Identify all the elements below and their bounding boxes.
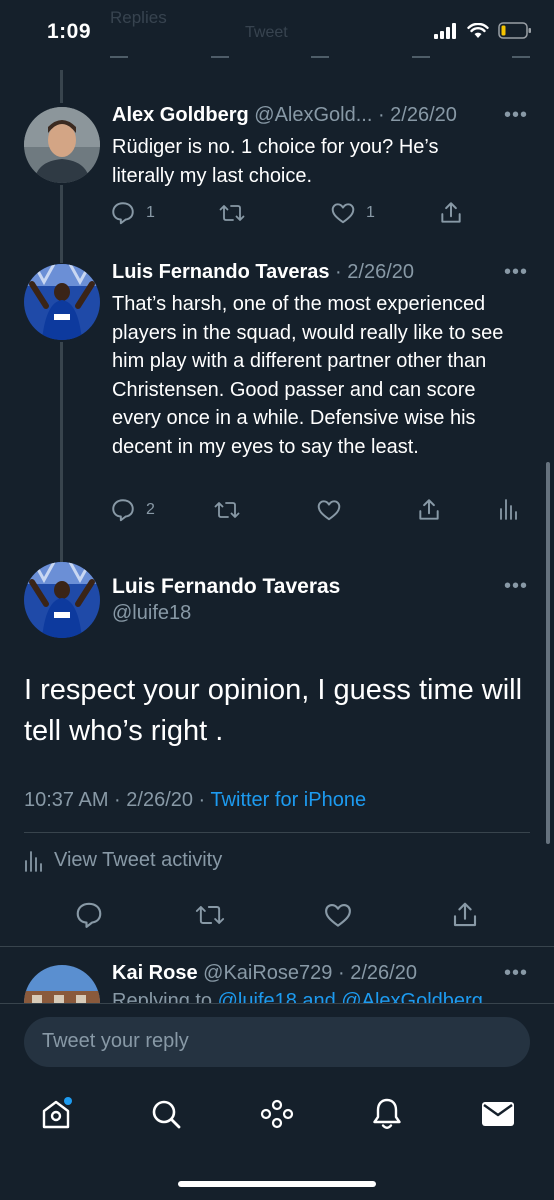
like-icon xyxy=(325,903,351,927)
spaces-icon xyxy=(260,1099,294,1129)
tweet-2-author-name[interactable]: Luis Fernando Taveras xyxy=(112,261,329,283)
tweet-2-text: That’s harsh, one of the most experience… xyxy=(112,293,504,458)
tweet-1-date: · 2/26/20 xyxy=(377,104,457,126)
wifi-icon xyxy=(467,22,489,38)
home-icon xyxy=(42,1097,72,1129)
tab-home[interactable] xyxy=(36,1094,76,1134)
tweet-2-reply-count: 2 xyxy=(146,501,155,518)
tab-bar xyxy=(0,1094,554,1144)
tweet-1-actions: 1 1 xyxy=(110,200,480,230)
main-tweet-author-name[interactable]: Luis Fernando Taveras xyxy=(112,575,340,599)
share-icon xyxy=(441,202,461,223)
tweet-2-share-button[interactable] xyxy=(416,497,442,523)
tweet-2-more-icon[interactable]: ••• xyxy=(504,261,528,284)
main-reply-button[interactable] xyxy=(74,900,104,930)
tweet-1-more-icon[interactable]: ••• xyxy=(504,104,528,127)
share-icon xyxy=(453,902,477,927)
main-tweet-text: I respect your opinion, I guess time wil… xyxy=(24,674,523,747)
avatar-main-tweet[interactable] xyxy=(24,562,100,638)
tweet-3-date: · 2/26/20 xyxy=(338,962,417,984)
notifications-icon xyxy=(373,1098,401,1129)
tweet-1-header: Alex Goldberg @AlexGold... · 2/26/20 xyxy=(112,104,457,127)
tweet-3-header: Kai Rose @KaiRose729 · 2/26/20 xyxy=(112,962,417,985)
tweet-2-analytics-button[interactable] xyxy=(498,497,518,521)
tweet-1-like-button[interactable]: 1 xyxy=(330,200,375,226)
ghost-header-subtitle: Tweet xyxy=(245,24,288,41)
tab-messages[interactable] xyxy=(478,1094,518,1134)
retweet-icon xyxy=(195,906,225,924)
tweet-2-actions: 2 xyxy=(110,497,530,527)
tweet-3-handle[interactable]: @KaiRose729 xyxy=(203,962,332,984)
like-icon xyxy=(331,203,355,224)
tweet-3-replying-users[interactable]: @luife18 and @AlexGoldberg xyxy=(218,990,483,1004)
tweet-2-header: Luis Fernando Taveras · 2/26/20 xyxy=(112,261,414,284)
main-tweet-actions xyxy=(24,900,530,932)
scrollbar[interactable] xyxy=(546,462,550,844)
comment-icon xyxy=(112,202,134,225)
main-retweet-button[interactable] xyxy=(194,900,226,930)
tab-notifications[interactable] xyxy=(367,1094,407,1134)
divider-actions xyxy=(0,946,554,947)
tweet-2-retweet-button[interactable] xyxy=(213,497,241,523)
main-tweet-meta: 10:37 AM · 2/26/20 · Twitter for iPhone xyxy=(24,789,366,812)
tweet-1-like-count: 1 xyxy=(366,204,375,221)
share-icon xyxy=(419,499,439,520)
tweet-reply-input[interactable]: Tweet your reply xyxy=(24,1017,530,1067)
main-tweet-more-icon[interactable]: ••• xyxy=(504,575,528,598)
status-time: 1:09 xyxy=(47,20,92,43)
tweet-2-date: · 2/26/20 xyxy=(335,261,414,283)
main-tweet-source[interactable]: Twitter for iPhone xyxy=(210,789,366,811)
messages-icon xyxy=(482,1102,514,1126)
analytics-icon xyxy=(25,850,42,872)
tweet-1-share-button[interactable] xyxy=(438,200,464,226)
view-tweet-activity-label: View Tweet activity xyxy=(54,849,223,871)
tweet-3-replying-prefix: Replying to xyxy=(112,990,213,1004)
tab-search[interactable] xyxy=(146,1094,186,1134)
main-tweet-handle[interactable]: @luife18 xyxy=(112,602,191,625)
tweet-1-text: Rüdiger is no. 1 choice for you? He’s li… xyxy=(112,136,439,187)
home-indicator[interactable] xyxy=(178,1181,376,1187)
tab-spaces[interactable] xyxy=(257,1094,297,1134)
avatar-alex-goldberg[interactable] xyxy=(24,107,100,183)
tweet-1-handle[interactable]: @AlexGold... xyxy=(254,104,372,126)
ghost-header-title: Replies xyxy=(110,8,167,27)
comment-icon xyxy=(76,902,102,928)
main-like-button[interactable] xyxy=(323,900,353,930)
retweet-icon xyxy=(214,502,240,518)
tweet-3-replying-to: Replying to @luife18 and @AlexGoldberg xyxy=(112,990,483,1004)
thread-line-top xyxy=(60,65,63,103)
tweet-1-retweet-button[interactable] xyxy=(218,200,246,226)
view-tweet-activity-button[interactable]: View Tweet activity xyxy=(24,849,222,872)
thread-line-2 xyxy=(60,342,63,564)
ghost-action-row xyxy=(110,52,530,68)
bottom-panel: Tweet your reply xyxy=(0,1003,554,1200)
status-bar: Replies Tweet 1:09 xyxy=(0,0,554,70)
thread-line-1 xyxy=(60,185,63,263)
like-icon xyxy=(317,500,341,521)
cellular-signal-icon xyxy=(434,22,456,39)
search-icon xyxy=(152,1100,181,1129)
battery-icon xyxy=(498,22,531,39)
tweet-1-reply-button[interactable]: 1 xyxy=(110,200,155,226)
comment-icon xyxy=(112,499,134,522)
tweet-2-reply-button[interactable]: 2 xyxy=(110,497,155,523)
tweet-3-author-name[interactable]: Kai Rose xyxy=(112,962,198,984)
retweet-icon xyxy=(219,205,245,221)
tweet-1-author-name[interactable]: Alex Goldberg xyxy=(112,104,249,126)
analytics-icon xyxy=(500,499,517,520)
tweet-2-like-button[interactable] xyxy=(316,497,342,523)
tweet-1-reply-count: 1 xyxy=(146,204,155,221)
tweet-3-more-icon[interactable]: ••• xyxy=(504,962,528,985)
main-tweet-timestamp: 10:37 AM · 2/26/20 · xyxy=(24,789,206,811)
divider-meta xyxy=(24,832,530,833)
main-share-button[interactable] xyxy=(450,900,480,930)
avatar-luis-fernando-taveras[interactable] xyxy=(24,264,100,340)
